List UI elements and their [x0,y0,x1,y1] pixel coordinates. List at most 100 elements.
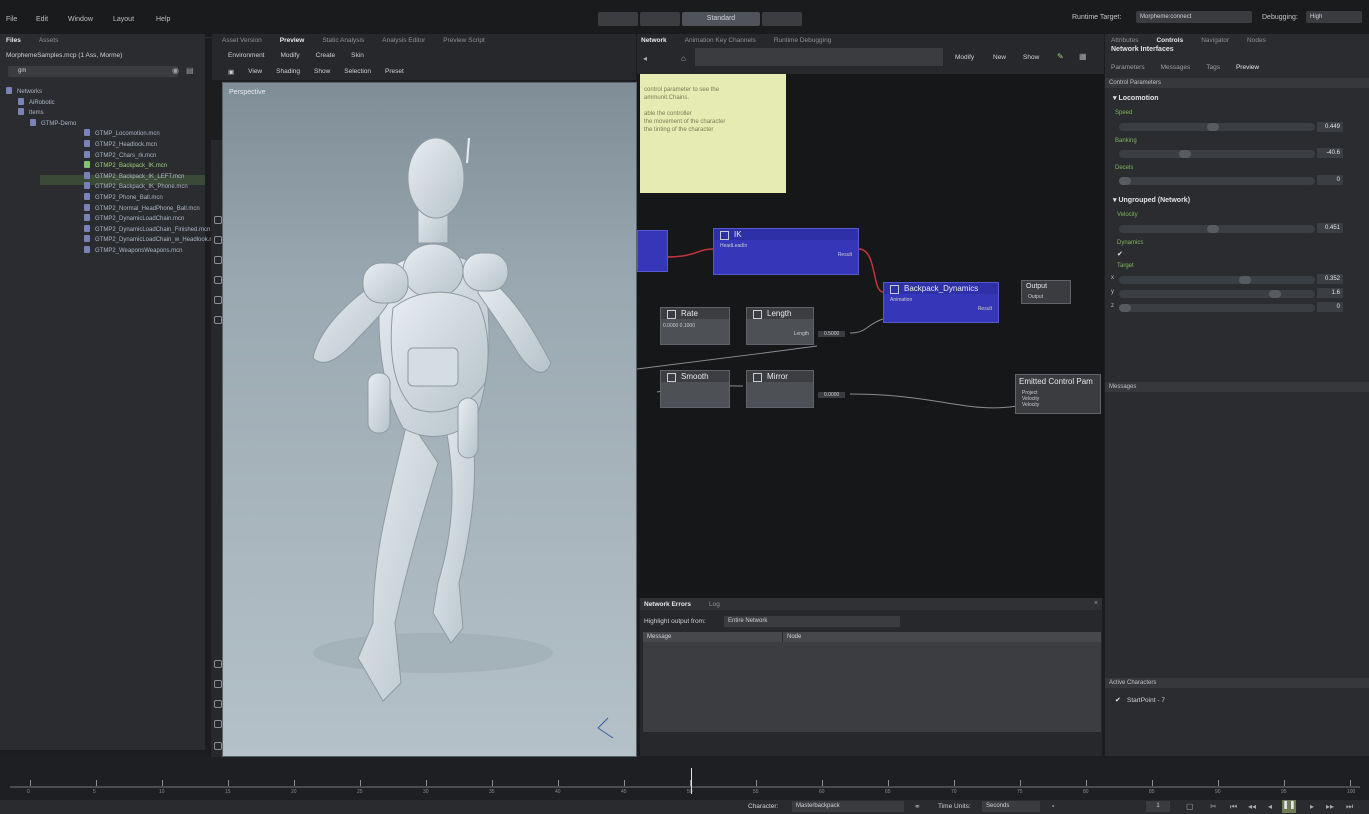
layout-icon[interactable]: ▦ [1079,52,1087,61]
step-forward-icon[interactable]: ▸▸ [1326,802,1334,811]
cut-icon[interactable]: ✂ [1210,802,1217,811]
target-y-slider[interactable] [1119,290,1315,298]
slider-knob[interactable] [1269,290,1281,298]
target-y-value[interactable]: 1.6 [1317,288,1343,298]
scale-tool-icon[interactable] [214,276,222,284]
node-output[interactable]: Output Output [1021,280,1071,304]
node-length-output[interactable]: Length [794,331,809,337]
dynamics-checkbox[interactable]: ✔ [1117,250,1123,258]
layout-tab-2[interactable] [640,12,680,26]
menu-preset[interactable]: Preset [385,68,404,76]
file-tree-item[interactable]: Networks [6,87,42,95]
node-ik[interactable]: IK HeadLeadIn Result [713,228,859,275]
file-tree-item[interactable]: GTMP2_Phone_Ball.mcn [84,193,163,201]
column-node[interactable]: Node [783,632,801,642]
param-speed-slider[interactable] [1119,123,1315,131]
step-back-icon[interactable]: ◂◂ [1248,802,1256,811]
target-x-slider[interactable] [1119,276,1315,284]
rotate-tool-icon[interactable] [214,256,222,264]
menu-skin[interactable]: Skin [351,52,364,59]
active-character-name[interactable]: StartPoint - 7 [1127,697,1165,704]
file-tree-item[interactable]: AiRobotic [18,97,55,106]
file-tree-item[interactable]: GTMP2_DynamicLoadChain_w_Headlook.mcn [84,235,221,243]
slider-knob[interactable] [1119,177,1131,185]
tab-files[interactable]: Files [6,37,21,44]
node-backpack-input[interactable]: Animation [890,297,912,303]
camera-tool-icon[interactable] [214,296,222,304]
timeline-playhead[interactable] [691,768,692,794]
node-partial-left[interactable] [637,230,668,272]
file-tree-item[interactable]: GTMP2_Backpack_IK_LEFT.mcn [84,171,184,180]
file-tree-item[interactable]: GTMP2_DynamicLoadChain.mcn [84,214,184,222]
file-tree-item[interactable]: GTMP2_Backpack_IK_Phone.mcn [84,182,188,190]
debugging-select[interactable]: High [1306,11,1362,23]
pin-tool-icon[interactable] [214,316,222,324]
filter-icon[interactable]: ▤ [186,66,194,75]
param-speed-value[interactable]: 0.449 [1317,122,1343,132]
light-icon[interactable] [214,700,222,708]
character-checkbox[interactable]: ✔ [1115,696,1121,704]
node-output-port[interactable]: Output [1028,294,1043,300]
subtab-parameters[interactable]: Parameters [1111,64,1145,71]
slider-knob[interactable] [1119,304,1131,312]
viewport-options-icon[interactable]: ▣ [228,68,234,76]
file-tree-item[interactable]: GTMP2_Headlock.mcn [84,140,157,148]
file-tree-item[interactable]: GTMP_Locomotion.mcn [84,129,160,137]
menu-layout[interactable]: Layout [113,16,134,23]
tab-assets[interactable]: Assets [39,37,59,44]
runtime-target-select[interactable]: Morpheme:connect [1136,11,1252,23]
move-tool-icon[interactable] [214,236,222,244]
node-smooth[interactable]: Smooth [660,370,730,408]
file-tree-item[interactable]: GTMP2_DynamicLoadChain_Finished.mcn [84,224,210,233]
length-value[interactable]: 0.5000 [818,331,846,337]
param-velocity-value[interactable]: 0.451 [1317,223,1343,233]
tab-attributes[interactable]: Attributes [1111,37,1138,44]
param-banking-value[interactable]: -40.6 [1317,148,1343,158]
tab-preview-script[interactable]: Preview Script [443,37,485,44]
tab-nodes[interactable]: Nodes [1247,37,1266,44]
tab-static-analysis[interactable]: Static Analysis [322,37,364,44]
target-z-value[interactable]: 0 [1317,302,1343,312]
layout-tab-1[interactable] [598,12,638,26]
layout-tab-4[interactable] [762,12,802,26]
slider-knob[interactable] [1239,276,1251,284]
column-message[interactable]: Message [643,632,783,642]
file-tree-item[interactable]: GTMP2_WeaponsWeapons.mcn [84,246,183,254]
subtab-tags[interactable]: Tags [1206,64,1220,71]
menu-selection[interactable]: Selection [344,68,371,76]
subtab-preview[interactable]: Preview [1236,64,1259,71]
menu-file[interactable]: File [6,16,17,23]
tab-network[interactable]: Network [641,37,667,44]
node-backpack-output[interactable]: Result [978,306,992,312]
tab-runtime-debugging[interactable]: Runtime Debugging [774,37,831,44]
frame-field[interactable]: 1 [1146,801,1170,812]
target-z-slider[interactable] [1119,304,1315,312]
subtab-messages[interactable]: Messages [1161,64,1191,71]
network-menu-show[interactable]: Show [1023,54,1039,61]
grid-icon[interactable] [214,680,222,688]
loop-icon[interactable]: ▢ [1186,802,1194,811]
slider-knob[interactable] [1207,225,1219,233]
menu-help[interactable]: Help [156,16,170,23]
mirror-value[interactable]: 0.0000 [818,392,846,398]
menu-modify[interactable]: Modify [281,52,300,59]
node-emitted-control-params[interactable]: Emitted Control Pam Project Velocity Vel… [1015,374,1101,414]
file-search-input[interactable]: gm [8,66,178,77]
viewport-3d[interactable]: Perspective [222,82,637,757]
play-back-icon[interactable]: ◂ [1268,802,1272,811]
slider-knob[interactable] [1207,123,1219,131]
menu-environment[interactable]: Environment [228,52,265,59]
network-menu-new[interactable]: New [993,54,1006,61]
file-tree-item[interactable]: GTMP2_Chars_rk.mcn [84,150,156,159]
group-locomotion-title[interactable]: ▾ Locomotion [1113,94,1159,102]
skip-end-icon[interactable]: ⏭ [1346,802,1353,812]
node-backpack-dynamics[interactable]: Backpack_Dynamics Animation Result [883,282,999,323]
file-tree-item[interactable]: GTMP-Demo [30,118,76,127]
tab-navigator[interactable]: Navigator [1201,37,1229,44]
select-tool-icon[interactable] [214,216,222,224]
param-banking-slider[interactable] [1119,150,1315,158]
node-ik-output[interactable]: Result [838,252,852,258]
character-select[interactable]: Masterbackpack [792,801,904,812]
search-icon[interactable]: ◉ [172,66,179,75]
network-path-field[interactable] [695,48,943,66]
